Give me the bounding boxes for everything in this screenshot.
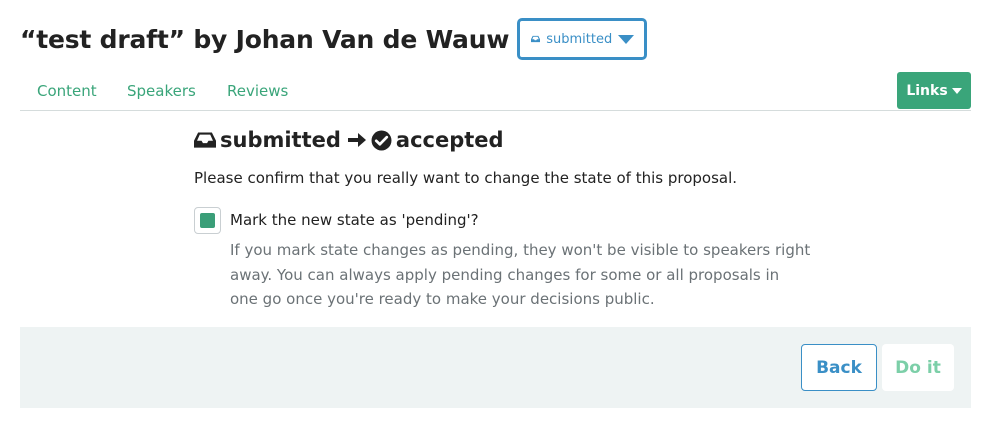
to-state: accepted bbox=[395, 128, 504, 152]
state-dropdown-label: submitted bbox=[546, 31, 613, 47]
page-title: “test draft” by Johan Van de Wauw bbox=[20, 24, 510, 54]
tab-speakers[interactable]: Speakers bbox=[127, 82, 196, 100]
state-dropdown[interactable]: submitted bbox=[517, 18, 648, 60]
do-it-button[interactable]: Do it bbox=[882, 344, 954, 391]
links-button-label: Links bbox=[906, 82, 948, 99]
form-footer: Back Do it bbox=[20, 327, 971, 408]
from-state: submitted bbox=[220, 128, 341, 152]
caret-down-icon bbox=[618, 34, 635, 44]
tab-content[interactable]: Content bbox=[37, 82, 97, 100]
back-button[interactable]: Back bbox=[801, 344, 877, 391]
arrow-right-icon bbox=[347, 133, 366, 147]
checkbox-checked-indicator bbox=[200, 213, 215, 228]
tab-bar: Content Speakers Reviews Links bbox=[20, 72, 971, 111]
links-button[interactable]: Links bbox=[897, 72, 971, 109]
tab-reviews[interactable]: Reviews bbox=[227, 82, 288, 100]
inbox-icon bbox=[194, 132, 216, 148]
confirm-text: Please confirm that you really want to c… bbox=[194, 169, 738, 187]
help-line: If you mark state changes as pending, th… bbox=[230, 241, 811, 259]
check-circle-icon bbox=[371, 130, 392, 150]
caret-down-icon bbox=[951, 87, 962, 94]
help-line: away. You can always apply pending chang… bbox=[230, 265, 780, 284]
pending-checkbox-label[interactable]: Mark the new state as 'pending'? bbox=[230, 211, 479, 229]
inbox-icon bbox=[531, 35, 541, 43]
page-header: “test draft” by Johan Van de Wauw submit… bbox=[20, 18, 648, 60]
pending-checkbox[interactable] bbox=[194, 207, 221, 234]
pending-help-text: If you mark state changes as pending, th… bbox=[230, 238, 810, 312]
state-transition: submitted accepted bbox=[194, 128, 504, 152]
help-line: one go once you're ready to make your de… bbox=[230, 290, 655, 308]
